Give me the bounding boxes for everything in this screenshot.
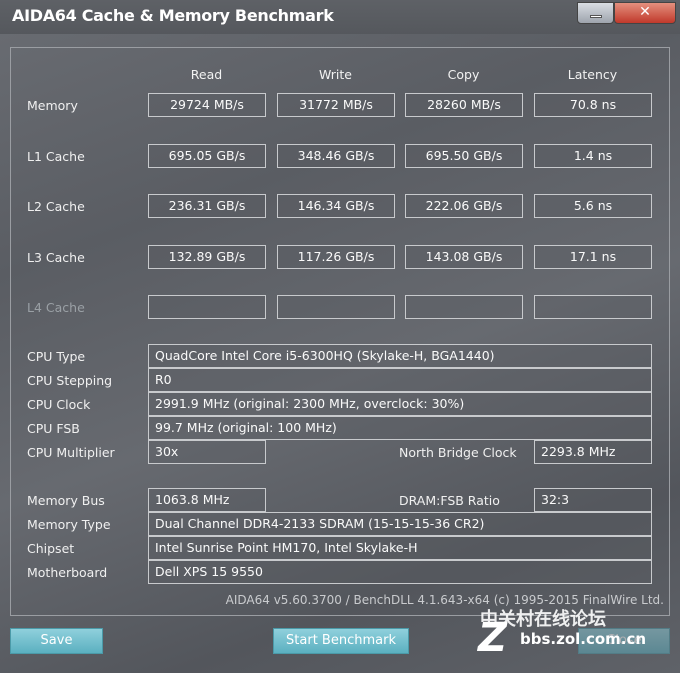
minimize-button[interactable] [577, 2, 614, 24]
dram-ratio-value: 32:3 [534, 488, 652, 512]
result-cell: 236.31 GB/s [148, 194, 266, 218]
column-header-copy: Copy [447, 67, 480, 82]
cpu-type-label: CPU Type [27, 349, 86, 364]
result-cell: 146.34 GB/s [277, 194, 395, 218]
chipset-value: Intel Sunrise Point HM170, Intel Skylake… [148, 536, 652, 560]
title-bar: AIDA64 Cache & Memory Benchmark ✕ [0, 0, 680, 34]
cpu-fsb-label: CPU FSB [27, 421, 80, 436]
cpu-clock-label: CPU Clock [27, 397, 91, 412]
row-label: L1 Cache [27, 149, 85, 164]
result-cell [277, 295, 395, 319]
result-cell: 1.4 ns [534, 144, 652, 168]
nb-clock-value: 2293.8 MHz [534, 440, 652, 464]
result-cell: 132.89 GB/s [148, 245, 266, 269]
result-cell: 117.26 GB/s [277, 245, 395, 269]
row-label: L3 Cache [27, 250, 85, 265]
dram-ratio-label: DRAM:FSB Ratio [399, 493, 500, 508]
cpu-stepping-value: R0 [148, 368, 652, 392]
result-cell [148, 295, 266, 319]
result-cell: 70.8 ns [534, 93, 652, 117]
motherboard-label: Motherboard [27, 565, 108, 580]
result-cell: 348.46 GB/s [277, 144, 395, 168]
window-title: AIDA64 Cache & Memory Benchmark [12, 6, 334, 25]
start-benchmark-button[interactable]: Start Benchmark [273, 628, 409, 654]
result-cell [534, 295, 652, 319]
save-button[interactable]: Save [10, 628, 103, 654]
close-window-button[interactable]: ✕ [614, 2, 676, 24]
memory-bus-value: 1063.8 MHz [148, 488, 266, 512]
cpu-stepping-label: CPU Stepping [27, 373, 113, 388]
result-cell: 143.08 GB/s [405, 245, 523, 269]
memory-bus-label: Memory Bus [27, 493, 105, 508]
column-header-latency: Latency [567, 67, 618, 82]
cpu-type-value: QuadCore Intel Core i5-6300HQ (Skylake-H… [148, 344, 652, 368]
result-cell: 17.1 ns [534, 245, 652, 269]
result-cell [405, 295, 523, 319]
motherboard-value: Dell XPS 15 9550 [148, 560, 652, 584]
cpu-fsb-value: 99.7 MHz (original: 100 MHz) [148, 416, 652, 440]
nb-clock-label: North Bridge Clock [399, 445, 517, 460]
cpu-clock-value: 2991.9 MHz (original: 2300 MHz, overcloc… [148, 392, 652, 416]
memory-type-label: Memory Type [27, 517, 111, 532]
cpu-multiplier-label: CPU Multiplier [27, 445, 115, 460]
row-label: Memory [27, 98, 78, 113]
result-cell: 31772 MB/s [277, 93, 395, 117]
chipset-label: Chipset [27, 541, 75, 556]
watermark-url: bbs.zol.com.cn [520, 630, 647, 648]
row-label: L2 Cache [27, 199, 85, 214]
column-header-read: Read [190, 67, 223, 82]
row-label: L4 Cache [27, 300, 85, 315]
result-cell: 695.05 GB/s [148, 144, 266, 168]
minimize-icon [590, 15, 602, 18]
result-cell: 28260 MB/s [405, 93, 523, 117]
watermark-text: 中关村在线论坛 [480, 609, 606, 630]
result-cell: 695.50 GB/s [405, 144, 523, 168]
result-cell: 5.6 ns [534, 194, 652, 218]
close-icon: ✕ [639, 4, 651, 20]
result-cell: 222.06 GB/s [405, 194, 523, 218]
result-cell: 29724 MB/s [148, 93, 266, 117]
memory-type-value: Dual Channel DDR4-2133 SDRAM (15-15-15-3… [148, 512, 652, 536]
cpu-multiplier-value: 30x [148, 440, 266, 464]
column-header-write: Write [318, 67, 352, 82]
